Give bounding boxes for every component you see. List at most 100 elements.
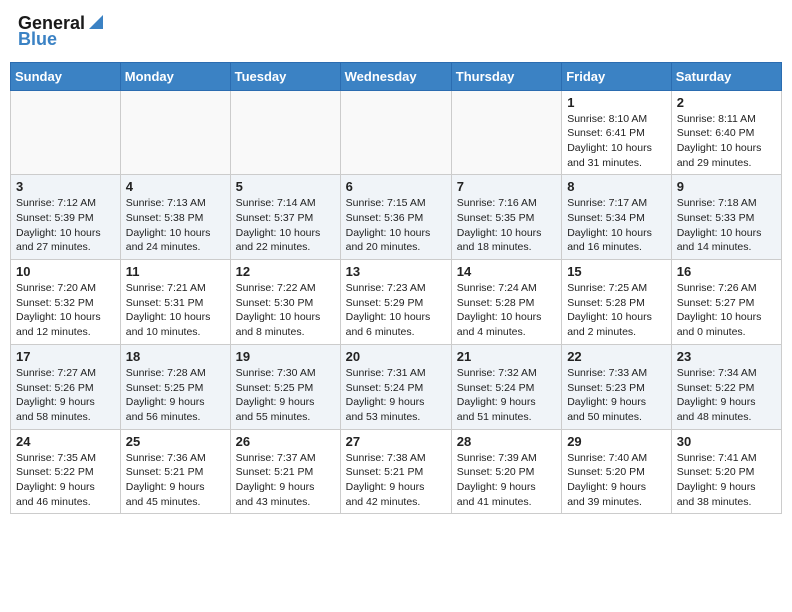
header-row: SundayMondayTuesdayWednesdayThursdayFrid… [11, 62, 782, 90]
calendar-cell: 9 Sunrise: 7:18 AM Sunset: 5:33 PM Daylig… [671, 175, 781, 260]
day-info: Sunrise: 7:16 AM Sunset: 5:35 PM Dayligh… [457, 196, 556, 255]
calendar-cell: 7 Sunrise: 7:16 AM Sunset: 5:35 PM Daylig… [451, 175, 561, 260]
calendar-cell: 24 Sunrise: 7:35 AM Sunset: 5:22 PM Dayli… [11, 429, 121, 514]
calendar-cell: 27 Sunrise: 7:38 AM Sunset: 5:21 PM Dayli… [340, 429, 451, 514]
day-info: Sunrise: 7:25 AM Sunset: 5:28 PM Dayligh… [567, 281, 666, 340]
calendar-cell: 17 Sunrise: 7:27 AM Sunset: 5:26 PM Dayli… [11, 344, 121, 429]
calendar-cell: 13Sunrise: 7:23 AM Sunset: 5:29 PM Dayli… [340, 260, 451, 345]
day-info: Sunrise: 7:28 AM Sunset: 5:25 PM Dayligh… [126, 366, 225, 425]
calendar-cell: 11 Sunrise: 7:21 AM Sunset: 5:31 PM Dayli… [120, 260, 230, 345]
day-info: Sunrise: 7:13 AM Sunset: 5:38 PM Dayligh… [126, 196, 225, 255]
calendar-cell [230, 90, 340, 175]
week-row-3: 10 Sunrise: 7:20 AM Sunset: 5:32 PM Dayli… [11, 260, 782, 345]
calendar-cell: 21 Sunrise: 7:32 AM Sunset: 5:24 PM Dayli… [451, 344, 561, 429]
calendar-cell [451, 90, 561, 175]
day-header-thursday: Thursday [451, 62, 561, 90]
day-info: Sunrise: 7:32 AM Sunset: 5:24 PM Dayligh… [457, 366, 556, 425]
calendar-cell: 30 Sunrise: 7:41 AM Sunset: 5:20 PM Dayli… [671, 429, 781, 514]
day-number: 15 [567, 264, 666, 279]
day-info: Sunrise: 7:15 AM Sunset: 5:36 PM Dayligh… [346, 196, 446, 255]
day-number: 4 [126, 179, 225, 194]
week-row-4: 17 Sunrise: 7:27 AM Sunset: 5:26 PM Dayli… [11, 344, 782, 429]
day-info: Sunrise: 7:36 AM Sunset: 5:21 PM Dayligh… [126, 451, 225, 510]
day-number: 10 [16, 264, 115, 279]
day-number: 24 [16, 434, 115, 449]
day-number: 25 [126, 434, 225, 449]
calendar-cell: 26 Sunrise: 7:37 AM Sunset: 5:21 PM Dayli… [230, 429, 340, 514]
day-info: Sunrise: 7:18 AM Sunset: 5:33 PM Dayligh… [677, 196, 776, 255]
day-info: Sunrise: 7:21 AM Sunset: 5:31 PM Dayligh… [126, 281, 225, 340]
day-number: 19 [236, 349, 335, 364]
day-info: Sunrise: 7:20 AM Sunset: 5:32 PM Dayligh… [16, 281, 115, 340]
day-header-sunday: Sunday [11, 62, 121, 90]
day-number: 27 [346, 434, 446, 449]
day-info: Sunrise: 7:27 AM Sunset: 5:26 PM Dayligh… [16, 366, 115, 425]
day-number: 12 [236, 264, 335, 279]
day-number: 22 [567, 349, 666, 364]
day-info: Sunrise: 7:39 AM Sunset: 5:20 PM Dayligh… [457, 451, 556, 510]
day-info: Sunrise: 7:17 AM Sunset: 5:34 PM Dayligh… [567, 196, 666, 255]
day-number: 16 [677, 264, 776, 279]
day-number: 20 [346, 349, 446, 364]
day-number: 13 [346, 264, 446, 279]
day-number: 9 [677, 179, 776, 194]
day-info: Sunrise: 7:12 AM Sunset: 5:39 PM Dayligh… [16, 196, 115, 255]
day-info: Sunrise: 7:41 AM Sunset: 5:20 PM Dayligh… [677, 451, 776, 510]
day-number: 14 [457, 264, 556, 279]
logo-blue: Blue [18, 30, 57, 50]
calendar-cell: 10 Sunrise: 7:20 AM Sunset: 5:32 PM Dayli… [11, 260, 121, 345]
day-number: 11 [126, 264, 225, 279]
day-info: Sunrise: 7:22 AM Sunset: 5:30 PM Dayligh… [236, 281, 335, 340]
calendar-cell: 15 Sunrise: 7:25 AM Sunset: 5:28 PM Dayli… [562, 260, 672, 345]
week-row-5: 24 Sunrise: 7:35 AM Sunset: 5:22 PM Dayli… [11, 429, 782, 514]
day-number: 26 [236, 434, 335, 449]
day-header-saturday: Saturday [671, 62, 781, 90]
day-number: 21 [457, 349, 556, 364]
calendar-cell: 22 Sunrise: 7:33 AM Sunset: 5:23 PM Dayli… [562, 344, 672, 429]
calendar-cell: 6 Sunrise: 7:15 AM Sunset: 5:36 PM Daylig… [340, 175, 451, 260]
day-info: Sunrise: 7:35 AM Sunset: 5:22 PM Dayligh… [16, 451, 115, 510]
day-number: 28 [457, 434, 556, 449]
day-info: Sunrise: 7:30 AM Sunset: 5:25 PM Dayligh… [236, 366, 335, 425]
calendar-cell: 1 Sunrise: 8:10 AM Sunset: 6:41 PM Daylig… [562, 90, 672, 175]
day-number: 29 [567, 434, 666, 449]
calendar-cell: 16Sunrise: 7:26 AM Sunset: 5:27 PM Dayli… [671, 260, 781, 345]
day-info: Sunrise: 7:37 AM Sunset: 5:21 PM Dayligh… [236, 451, 335, 510]
day-number: 6 [346, 179, 446, 194]
day-number: 30 [677, 434, 776, 449]
day-info: Sunrise: 7:33 AM Sunset: 5:23 PM Dayligh… [567, 366, 666, 425]
day-info: Sunrise: 7:14 AM Sunset: 5:37 PM Dayligh… [236, 196, 335, 255]
day-info: Sunrise: 8:10 AM Sunset: 6:41 PM Dayligh… [567, 112, 666, 171]
calendar-cell: 2Sunrise: 8:11 AM Sunset: 6:40 PM Daylig… [671, 90, 781, 175]
day-header-tuesday: Tuesday [230, 62, 340, 90]
day-header-friday: Friday [562, 62, 672, 90]
calendar-cell [120, 90, 230, 175]
day-header-wednesday: Wednesday [340, 62, 451, 90]
day-number: 8 [567, 179, 666, 194]
day-number: 23 [677, 349, 776, 364]
calendar-cell: 3Sunrise: 7:12 AM Sunset: 5:39 PM Daylig… [11, 175, 121, 260]
calendar-cell: 4 Sunrise: 7:13 AM Sunset: 5:38 PM Daylig… [120, 175, 230, 260]
day-number: 17 [16, 349, 115, 364]
calendar-cell: 20Sunrise: 7:31 AM Sunset: 5:24 PM Dayli… [340, 344, 451, 429]
calendar-cell: 18 Sunrise: 7:28 AM Sunset: 5:25 PM Dayli… [120, 344, 230, 429]
calendar-cell: 14Sunrise: 7:24 AM Sunset: 5:28 PM Dayli… [451, 260, 561, 345]
day-header-monday: Monday [120, 62, 230, 90]
calendar-cell: 8 Sunrise: 7:17 AM Sunset: 5:34 PM Daylig… [562, 175, 672, 260]
day-number: 7 [457, 179, 556, 194]
day-info: Sunrise: 7:38 AM Sunset: 5:21 PM Dayligh… [346, 451, 446, 510]
logo-triangle-icon [87, 13, 105, 31]
calendar-cell: 25 Sunrise: 7:36 AM Sunset: 5:21 PM Dayli… [120, 429, 230, 514]
day-number: 18 [126, 349, 225, 364]
day-number: 1 [567, 95, 666, 110]
calendar-cell: 5 Sunrise: 7:14 AM Sunset: 5:37 PM Daylig… [230, 175, 340, 260]
day-number: 5 [236, 179, 335, 194]
calendar-cell: 29 Sunrise: 7:40 AM Sunset: 5:20 PM Dayli… [562, 429, 672, 514]
calendar-cell: 23 Sunrise: 7:34 AM Sunset: 5:22 PM Dayli… [671, 344, 781, 429]
calendar-cell [340, 90, 451, 175]
day-info: Sunrise: 7:40 AM Sunset: 5:20 PM Dayligh… [567, 451, 666, 510]
calendar-cell: 28 Sunrise: 7:39 AM Sunset: 5:20 PM Dayli… [451, 429, 561, 514]
page-header: General Blue [10, 10, 782, 54]
day-info: Sunrise: 7:34 AM Sunset: 5:22 PM Dayligh… [677, 366, 776, 425]
calendar-cell: 19 Sunrise: 7:30 AM Sunset: 5:25 PM Dayli… [230, 344, 340, 429]
